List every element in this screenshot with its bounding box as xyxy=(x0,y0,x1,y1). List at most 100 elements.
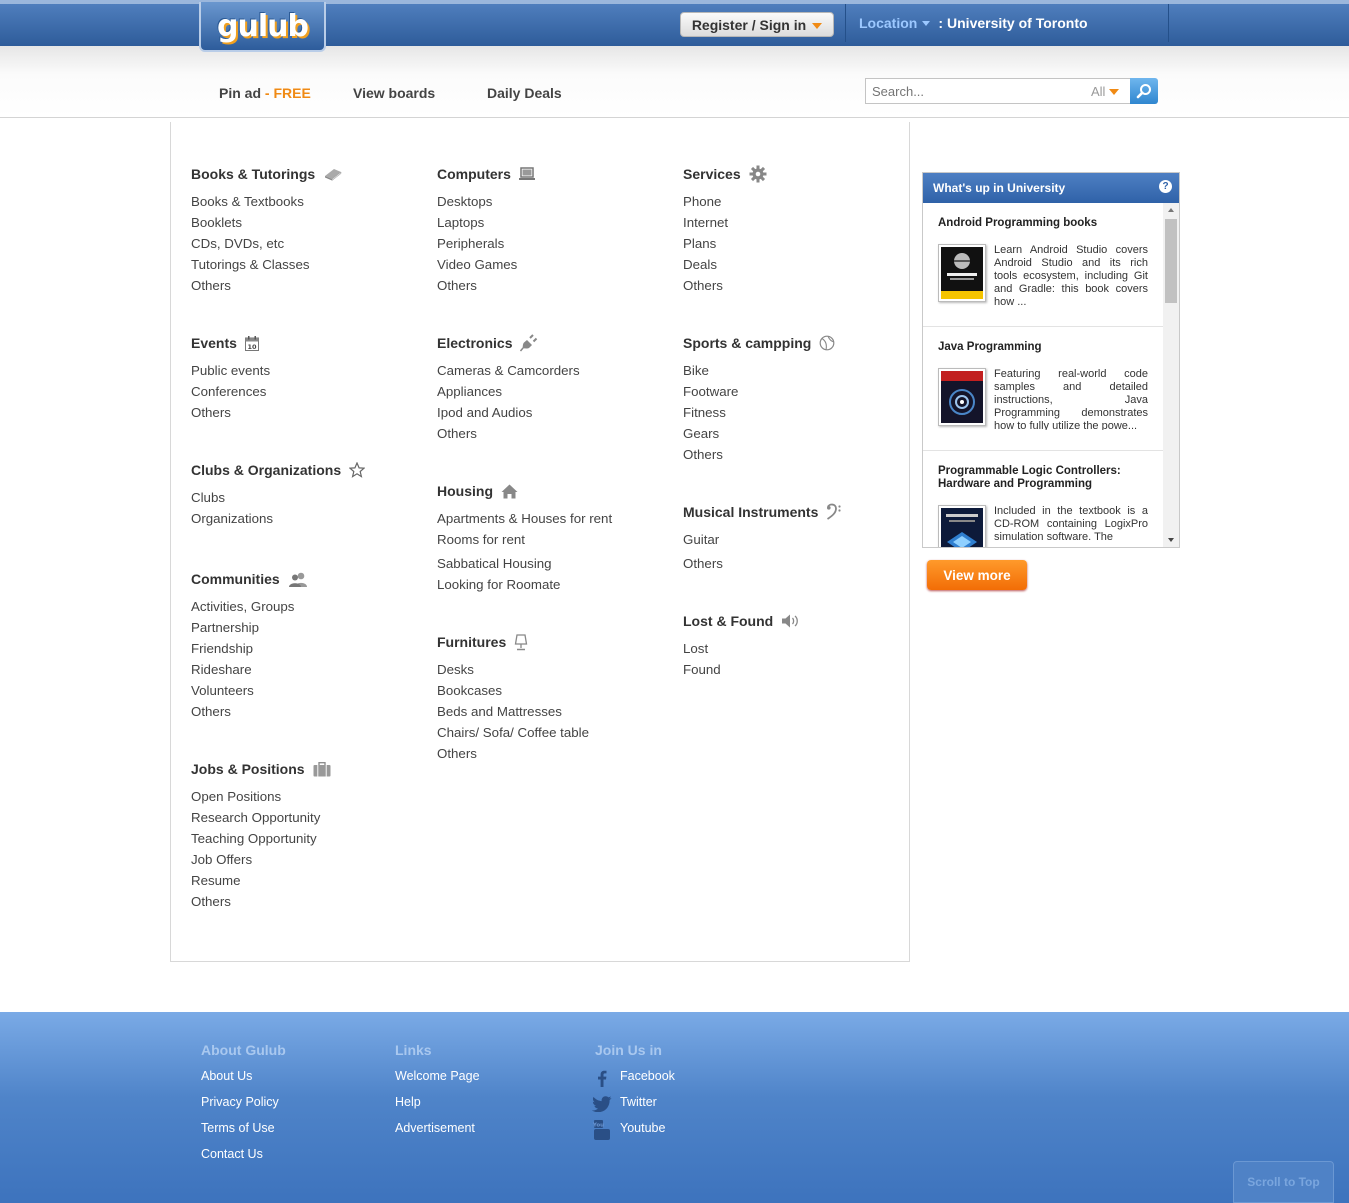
category-header[interactable]: Jobs & Positions xyxy=(191,758,331,780)
category-item[interactable]: Found xyxy=(683,659,801,680)
category-item[interactable]: Beds and Mattresses xyxy=(437,701,589,722)
category-header[interactable]: Sports & campping xyxy=(683,332,835,354)
scroll-up-arrow-icon[interactable] xyxy=(1168,208,1174,212)
category-item[interactable]: Job Offers xyxy=(191,849,331,870)
category-item[interactable]: Teaching Opportunity xyxy=(191,828,331,849)
category-header[interactable]: Furnitures xyxy=(437,631,589,653)
view-more-button[interactable]: View more xyxy=(927,560,1027,590)
category-item[interactable]: Others xyxy=(191,701,308,722)
category-item[interactable]: Others xyxy=(191,402,270,423)
category-item[interactable]: Desks xyxy=(437,659,589,680)
category-books: Books & Tutorings Books & Textbooks Book… xyxy=(191,163,343,296)
category-item[interactable]: Booklets xyxy=(191,212,343,233)
category-item[interactable]: Apartments & Houses for rent xyxy=(437,508,612,529)
category-item[interactable]: Chairs/ Sofa/ Coffee table xyxy=(437,722,589,743)
category-item[interactable]: Others xyxy=(191,891,331,912)
category-item[interactable]: Phone xyxy=(683,191,767,212)
category-item[interactable]: Laptops xyxy=(437,212,535,233)
category-item[interactable]: Activities, Groups xyxy=(191,596,308,617)
category-header[interactable]: Events 10 xyxy=(191,332,270,354)
list-item[interactable]: Android Programming books Learn Android … xyxy=(923,203,1163,327)
category-item[interactable]: Plans xyxy=(683,233,767,254)
category-item[interactable]: Gears xyxy=(683,423,835,444)
category-item[interactable]: Tutorings & Classes xyxy=(191,254,343,275)
footer-link[interactable]: Contact Us xyxy=(201,1147,286,1173)
facebook-link[interactable]: Facebook xyxy=(592,1069,675,1095)
category-item[interactable]: Ipod and Audios xyxy=(437,402,580,423)
scroll-down-arrow-icon[interactable] xyxy=(1168,538,1174,542)
category-item[interactable]: Fitness xyxy=(683,402,835,423)
category-item[interactable]: Others xyxy=(437,275,535,296)
category-furnitures: Furnitures Desks Bookcases Beds and Matt… xyxy=(437,631,589,764)
footer-link[interactable]: Welcome Page xyxy=(395,1069,480,1095)
daily-deals-link[interactable]: Daily Deals xyxy=(487,85,562,101)
category-item[interactable]: Organizations xyxy=(191,508,365,529)
chevron-down-icon xyxy=(922,20,931,26)
category-header[interactable]: Communities xyxy=(191,568,308,590)
category-item[interactable]: Public events xyxy=(191,360,270,381)
category-item[interactable]: Partnership xyxy=(191,617,308,638)
widget-scrollbar[interactable] xyxy=(1163,203,1179,547)
category-item[interactable]: Research Opportunity xyxy=(191,807,331,828)
category-item[interactable]: Others xyxy=(683,553,842,574)
register-signin-button[interactable]: Register / Sign in xyxy=(680,12,834,37)
category-header[interactable]: Computers xyxy=(437,163,535,185)
help-icon[interactable]: ? xyxy=(1159,180,1172,193)
category-item[interactable]: Open Positions xyxy=(191,786,331,807)
category-header[interactable]: Housing xyxy=(437,480,612,502)
pin-ad-link[interactable]: Pin ad - FREE xyxy=(219,85,311,101)
footer-link[interactable]: Advertisement xyxy=(395,1121,480,1147)
location-selector[interactable]: Location : University of Toronto xyxy=(845,4,1169,42)
category-item[interactable]: Friendship xyxy=(191,638,308,659)
category-item[interactable]: Others xyxy=(437,743,589,764)
item-title: Java Programming xyxy=(938,341,1042,353)
gulub-logo[interactable]: gulub xyxy=(199,2,326,52)
category-item[interactable]: Others xyxy=(191,275,343,296)
category-header[interactable]: Books & Tutorings xyxy=(191,163,343,185)
search-scope-dropdown[interactable]: All xyxy=(1091,84,1120,99)
youtube-link[interactable]: You Youtube xyxy=(592,1120,675,1147)
category-item[interactable]: Books & Textbooks xyxy=(191,191,343,212)
footer-link[interactable]: About Us xyxy=(201,1069,286,1095)
category-header[interactable]: Musical Instruments xyxy=(683,501,842,523)
category-item[interactable]: Sabbatical Housing xyxy=(437,553,612,574)
category-item[interactable]: Conferences xyxy=(191,381,270,402)
scrollbar-thumb[interactable] xyxy=(1165,219,1177,303)
category-item[interactable]: Lost xyxy=(683,638,801,659)
category-header[interactable]: Clubs & Organizations xyxy=(191,459,366,481)
category-item[interactable]: Video Games xyxy=(437,254,535,275)
category-item[interactable]: Appliances xyxy=(437,381,580,402)
footer-link[interactable]: Help xyxy=(395,1095,480,1121)
category-item[interactable]: Deals xyxy=(683,254,767,275)
category-item[interactable]: Clubs xyxy=(191,487,365,508)
category-item[interactable]: Resume xyxy=(191,870,331,891)
category-item[interactable]: Looking for Roomate xyxy=(437,574,612,595)
footer-link[interactable]: Privacy Policy xyxy=(201,1095,286,1121)
category-item[interactable]: Volunteers xyxy=(191,680,308,701)
search-button[interactable] xyxy=(1130,78,1158,104)
category-header[interactable]: Lost & Found xyxy=(683,610,801,632)
category-item[interactable]: Peripherals xyxy=(437,233,535,254)
category-header[interactable]: Services xyxy=(683,163,767,185)
nav-bar: Pin ad - FREE View boards Daily Deals Al… xyxy=(0,46,1349,118)
category-item[interactable]: Others xyxy=(437,423,580,444)
category-item[interactable]: Bike xyxy=(683,360,835,381)
category-item[interactable]: Others xyxy=(683,444,835,465)
list-item[interactable]: Java Programming Featuring real-world co… xyxy=(923,327,1163,451)
list-item[interactable]: Programmable Logic Controllers: Hardware… xyxy=(923,451,1163,547)
category-item[interactable]: Cameras & Camcorders xyxy=(437,360,580,381)
category-item[interactable]: Desktops xyxy=(437,191,535,212)
category-item[interactable]: CDs, DVDs, etc xyxy=(191,233,343,254)
scroll-to-top-button[interactable]: Scroll to Top xyxy=(1233,1161,1334,1203)
category-header[interactable]: Electronics xyxy=(437,332,580,354)
view-boards-link[interactable]: View boards xyxy=(353,85,435,101)
category-item[interactable]: Others xyxy=(683,275,767,296)
category-item[interactable]: Rideshare xyxy=(191,659,308,680)
category-item[interactable]: Guitar xyxy=(683,529,842,550)
category-item[interactable]: Internet xyxy=(683,212,767,233)
category-item[interactable]: Bookcases xyxy=(437,680,589,701)
twitter-link[interactable]: Twitter xyxy=(592,1095,675,1121)
category-item[interactable]: Rooms for rent xyxy=(437,529,612,550)
footer-link[interactable]: Terms of Use xyxy=(201,1121,286,1147)
category-item[interactable]: Footware xyxy=(683,381,835,402)
